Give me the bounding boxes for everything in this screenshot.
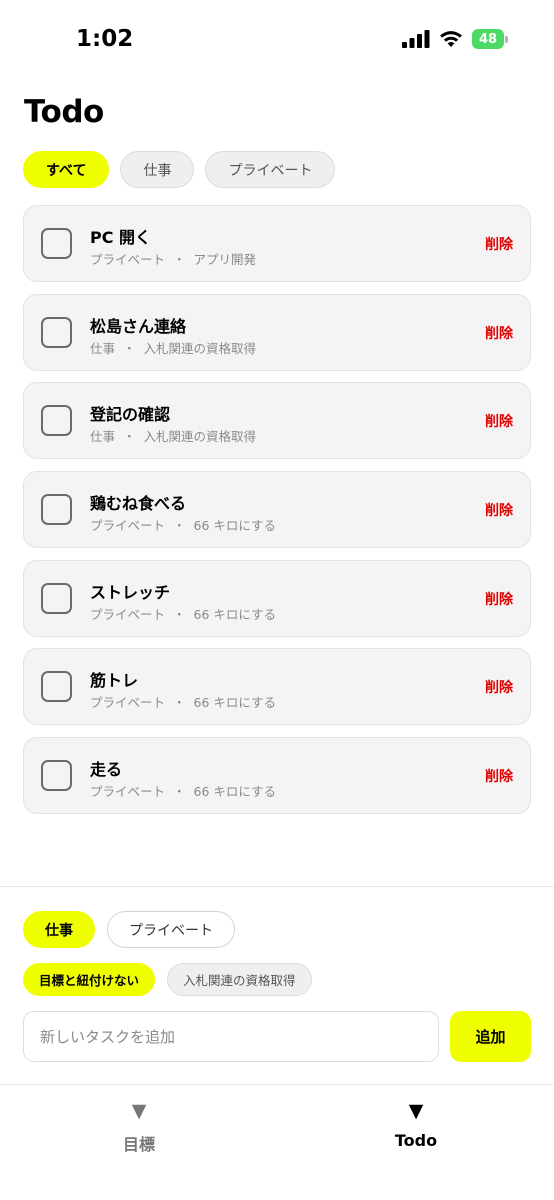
meta-separator: ・ [173, 784, 186, 800]
task-checkbox[interactable] [41, 671, 72, 703]
tab-todo[interactable]: ▼ Todo [341, 1099, 491, 1150]
task-category: プライベート [90, 606, 166, 622]
task-title: 登記の確認 [90, 405, 171, 425]
task-title: 筋トレ [90, 671, 139, 691]
new-task-input[interactable] [23, 1011, 439, 1062]
task-goal: 入札関連の資格取得 [143, 340, 257, 356]
battery-level: 48 [472, 29, 504, 49]
task-goal: 66 キロにする [193, 695, 277, 711]
goal-selector: 目標と紐付けない 入札関連の資格取得 [23, 963, 312, 996]
delete-button[interactable]: 削除 [485, 411, 513, 431]
task-composer: 仕事 プライベート 目標と紐付けない 入札関連の資格取得 追加 [0, 886, 554, 1084]
goal-none[interactable]: 目標と紐付けない [23, 963, 156, 996]
meta-separator: ・ [173, 518, 186, 534]
task-card: ストレッチ プライベート・ 66 キロにする 削除 [23, 559, 531, 637]
signal-icon [402, 30, 430, 48]
task-meta: プライベート・アプリ開発 [90, 249, 256, 268]
task-checkbox[interactable] [41, 494, 72, 526]
page-title: Todo [24, 94, 104, 130]
triangle-down-icon: ▼ [131, 1100, 147, 1122]
category-selector: 仕事 プライベート [23, 911, 235, 948]
task-card: 松島さん連絡 仕事・入札関連の資格取得 削除 [23, 293, 531, 371]
delete-button[interactable]: 削除 [485, 500, 513, 520]
task-category: プライベート [90, 695, 166, 711]
task-meta: プライベート・ 66 キロにする [90, 692, 276, 711]
task-checkbox[interactable] [41, 316, 72, 348]
delete-button[interactable]: 削除 [485, 323, 513, 343]
task-meta: プライベート・ 66 キロにする [90, 515, 276, 534]
task-goal: アプリ開発 [193, 252, 257, 267]
category-work[interactable]: 仕事 [23, 911, 95, 948]
task-title: PC 開く [90, 228, 152, 247]
task-category: プライベート [90, 252, 166, 267]
tab-bar: ▼ 目標 ▼ Todo [0, 1084, 554, 1200]
task-card: 鶏むね食べる プライベート・ 66 キロにする 削除 [23, 471, 531, 549]
task-card: 登記の確認 仕事・入札関連の資格取得 削除 [23, 382, 531, 460]
task-card: 走る プライベート・ 66 キロにする 削除 [23, 737, 531, 815]
task-category: プライベート [90, 784, 166, 800]
meta-separator: ・ [173, 695, 186, 711]
task-category: プライベート [90, 518, 166, 534]
category-private[interactable]: プライベート [107, 911, 235, 948]
delete-button[interactable]: 削除 [485, 766, 513, 786]
task-checkbox[interactable] [41, 228, 72, 259]
task-goal: 66 キロにする [193, 606, 277, 622]
task-checkbox[interactable] [41, 405, 72, 437]
delete-button[interactable]: 削除 [485, 589, 513, 609]
task-checkbox[interactable] [41, 582, 72, 614]
meta-separator: ・ [173, 252, 186, 267]
meta-separator: ・ [173, 606, 186, 622]
goal-bidding-qualification[interactable]: 入札関連の資格取得 [167, 963, 312, 996]
task-title: ストレッチ [90, 582, 171, 602]
task-meta: 仕事・入札関連の資格取得 [90, 426, 256, 445]
filter-work[interactable]: 仕事 [120, 151, 195, 188]
battery-icon: 48 [472, 29, 508, 49]
task-meta: プライベート・ 66 キロにする [90, 781, 276, 800]
status-icons: 48 [402, 29, 508, 49]
status-bar: 1:02 48 [0, 0, 554, 80]
filter-private[interactable]: プライベート [205, 151, 336, 188]
task-meta: 仕事・入札関連の資格取得 [90, 338, 256, 357]
tab-goals[interactable]: ▼ 目標 [64, 1099, 214, 1155]
task-goal: 入札関連の資格取得 [143, 429, 257, 445]
tab-goals-label: 目標 [122, 1135, 155, 1154]
tab-todo-label: Todo [394, 1131, 438, 1150]
task-category: 仕事 [90, 340, 116, 356]
wifi-icon [440, 31, 462, 47]
delete-button[interactable]: 削除 [485, 677, 513, 697]
task-card: PC 開く プライベート・アプリ開発 削除 [23, 205, 531, 282]
meta-separator: ・ [123, 429, 136, 445]
task-goal: 66 キロにする [193, 518, 277, 534]
triangle-down-icon: ▼ [408, 1100, 424, 1122]
filter-chips: すべて 仕事 プライベート [23, 151, 336, 188]
status-time: 1:02 [76, 26, 134, 52]
task-category: 仕事 [90, 429, 116, 445]
task-title: 松島さん連絡 [90, 316, 187, 336]
task-goal: 66 キロにする [193, 784, 277, 800]
task-title: 走る [90, 760, 123, 780]
meta-separator: ・ [123, 340, 136, 356]
task-card: 筋トレ プライベート・ 66 キロにする 削除 [23, 648, 531, 726]
delete-button[interactable]: 削除 [485, 234, 513, 254]
task-meta: プライベート・ 66 キロにする [90, 604, 276, 623]
filter-all[interactable]: すべて [23, 151, 110, 188]
task-checkbox[interactable] [41, 760, 72, 792]
task-list: PC 開く プライベート・アプリ開発 削除 松島さん連絡 仕事・入札関連の資格取… [23, 205, 531, 826]
add-task-button[interactable]: 追加 [450, 1011, 531, 1062]
task-title: 鶏むね食べる [90, 494, 187, 514]
